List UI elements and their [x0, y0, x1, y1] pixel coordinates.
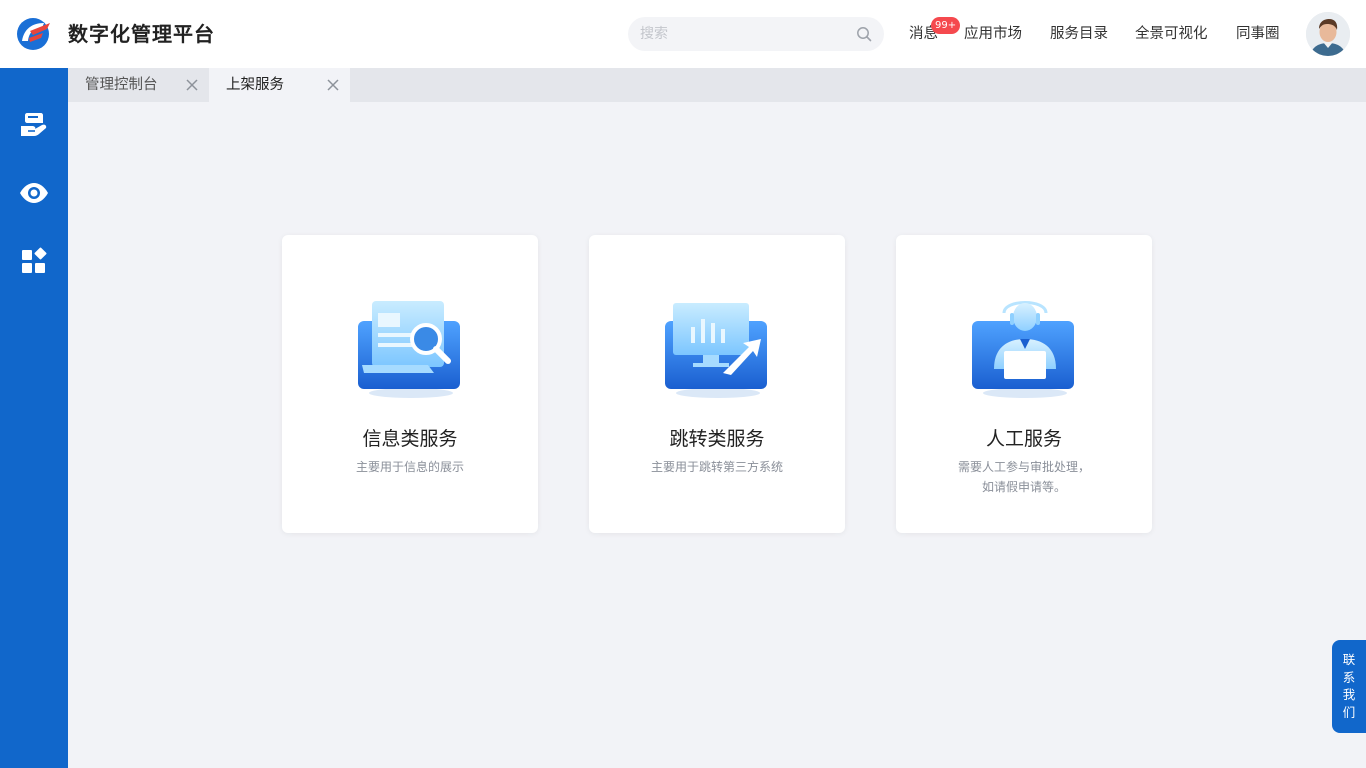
app-title: 数字化管理平台: [68, 22, 215, 46]
card-redirect-service[interactable]: 跳转类服务 主要用于跳转第三方系统: [589, 235, 845, 533]
eye-icon[interactable]: [18, 177, 50, 209]
tab-label: 上架服务: [226, 77, 284, 93]
close-icon[interactable]: [185, 78, 199, 92]
contact-char: 我: [1342, 687, 1356, 702]
message-count-badge: 99+: [931, 17, 961, 34]
apps-grid-icon[interactable]: [18, 245, 50, 277]
card-desc-line: 如请假申请等。: [981, 480, 1066, 494]
search-box[interactable]: [628, 17, 884, 51]
contact-char: 系: [1342, 669, 1356, 685]
service-hand-icon[interactable]: [18, 108, 50, 140]
contact-char: 联: [1342, 652, 1356, 667]
card-description: 主要用于信息的展示: [282, 457, 538, 477]
search-icon[interactable]: [856, 26, 872, 42]
nav-panorama[interactable]: 全景可视化: [1135, 23, 1208, 45]
card-info-service[interactable]: 信息类服务 主要用于信息的展示: [282, 235, 538, 533]
contact-us-button[interactable]: 联 系 我 们: [1332, 640, 1366, 733]
card-title: 跳转类服务: [669, 428, 765, 450]
card-desc-line: 主要用于信息的展示: [355, 460, 464, 474]
card-desc-line: 主要用于跳转第三方系统: [650, 460, 783, 474]
search-input[interactable]: [640, 17, 840, 51]
customer-agent-icon: [972, 301, 1074, 398]
avatar-icon: [1306, 12, 1350, 56]
tab-console[interactable]: 管理控制台: [68, 68, 209, 102]
tab-bar: 管理控制台 上架服务: [68, 68, 1366, 102]
logo-icon: [17, 18, 50, 50]
card-description: 主要用于跳转第三方系统: [589, 457, 845, 477]
nav-app-market[interactable]: 应用市场: [964, 23, 1022, 45]
contact-char: 们: [1342, 704, 1356, 720]
card-manual-service[interactable]: 人工服务 需要人工参与审批处理， 如请假申请等。: [896, 235, 1152, 533]
close-icon[interactable]: [326, 78, 340, 92]
tab-publish-service[interactable]: 上架服务: [209, 68, 350, 102]
card-description: 需要人工参与审批处理， 如请假申请等。: [896, 457, 1152, 497]
card-title: 信息类服务: [362, 428, 458, 450]
card-title: 人工服务: [985, 428, 1062, 450]
user-avatar[interactable]: [1306, 12, 1350, 56]
tab-label: 管理控制台: [85, 77, 158, 93]
sidebar: [0, 68, 68, 768]
top-header: 数字化管理平台 消息 99+ 应用市场 服务目录 全景可视化 同事圈: [0, 0, 1366, 68]
nav-colleagues[interactable]: 同事圈: [1236, 23, 1280, 45]
document-search-icon: [358, 301, 460, 398]
nav-service-catalog[interactable]: 服务目录: [1050, 23, 1108, 45]
monitor-redirect-icon: [665, 303, 767, 398]
card-desc-line: 需要人工参与审批处理，: [957, 460, 1090, 474]
